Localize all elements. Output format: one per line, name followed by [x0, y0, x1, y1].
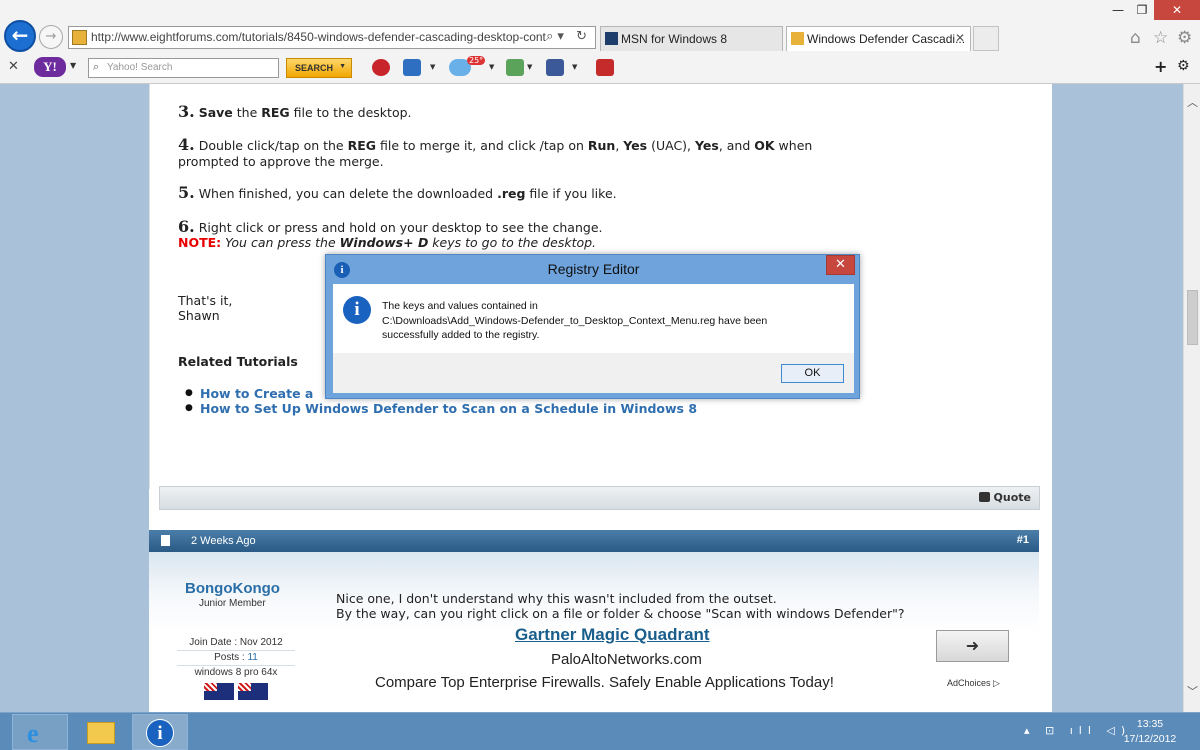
- tab-msn[interactable]: MSN for Windows 8: [600, 26, 783, 51]
- tab-close-icon[interactable]: ✕: [955, 31, 965, 45]
- step-4: 4. Double click/tap on the REG file to m…: [178, 135, 813, 170]
- internet-explorer-icon: e: [27, 719, 39, 748]
- address-actions[interactable]: ⌕▾ ↻: [546, 29, 591, 44]
- clock[interactable]: 13:35 17/12/2012: [1110, 717, 1190, 747]
- post-date: 2 Weeks Ago: [191, 535, 256, 547]
- maximize-button[interactable]: ❐: [1130, 0, 1154, 20]
- dialog-title: Registry Editor: [547, 261, 640, 277]
- chevron-down-icon[interactable]: ▼: [572, 63, 577, 71]
- note: NOTE: You can press the Windows+ D keys …: [178, 235, 597, 250]
- window-close-button[interactable]: ✕: [1154, 0, 1200, 20]
- tab-windows-defender[interactable]: Windows Defender Cascadi... ✕: [786, 26, 971, 51]
- taskbar-registry-editor[interactable]: i: [132, 714, 188, 750]
- search-placeholder: Yahoo! Search: [107, 62, 173, 73]
- dialog-footer: OK: [333, 353, 854, 393]
- chevron-down-icon[interactable]: ▼: [527, 63, 532, 71]
- chevron-down-icon[interactable]: ▼: [489, 63, 494, 71]
- quote-icon: [978, 492, 990, 502]
- advertisement[interactable]: Gartner Magic Quadrant PaloAltoNetworks.…: [361, 622, 1021, 712]
- taskbar-file-explorer[interactable]: [72, 714, 128, 750]
- post-header: 2 Weeks Ago #1: [149, 530, 1039, 552]
- clock-date: 17/12/2012: [1123, 733, 1177, 745]
- chevron-down-icon: ▼: [339, 63, 346, 70]
- related-link[interactable]: How to Set Up Windows Defender to Scan o…: [185, 401, 697, 416]
- add-icon[interactable]: +: [1154, 57, 1167, 76]
- info-icon: i: [146, 719, 174, 747]
- site-favicon-icon: [72, 30, 87, 45]
- adchoices-link[interactable]: AdChoices ▷: [947, 678, 1000, 689]
- dialog-content: i The keys and values contained in C:\Do…: [333, 284, 854, 353]
- minimize-button[interactable]: —: [1106, 0, 1130, 20]
- tab-label: MSN for Windows 8: [621, 32, 728, 46]
- eightforums-tab-icon: [791, 32, 804, 45]
- youtube-icon[interactable]: [596, 59, 614, 76]
- user-os: windows 8 pro 64x: [194, 667, 278, 678]
- ok-button[interactable]: OK: [781, 364, 844, 383]
- dialog-message: The keys and values contained in C:\Down…: [382, 300, 768, 341]
- step-6: 6. Right click or press and hold on your…: [178, 217, 603, 236]
- step-5: 5. When finished, you can delete the dow…: [178, 183, 617, 202]
- related-tutorials-heading: Related Tutorials: [178, 354, 298, 369]
- forward-button[interactable]: →: [39, 25, 63, 49]
- weather-badge: 25°: [467, 56, 486, 65]
- home-icon[interactable]: ⌂: [1130, 28, 1141, 48]
- yahoo-search-input[interactable]: ⌕ Yahoo! Search: [88, 58, 279, 78]
- post-count: Posts : 11: [177, 652, 295, 666]
- username-link[interactable]: BongoKongo: [185, 580, 280, 597]
- back-button[interactable]: ←: [4, 20, 36, 52]
- chevron-down-icon[interactable]: ▼: [70, 61, 76, 70]
- vertical-scrollbar[interactable]: ︿ ﹀: [1183, 84, 1200, 712]
- favorites-star-icon[interactable]: ☆: [1153, 28, 1168, 48]
- yahoo-search-button[interactable]: SEARCH ▼: [286, 58, 352, 78]
- post-number-link[interactable]: #1: [1017, 534, 1029, 546]
- quote-button[interactable]: Quote: [978, 491, 1031, 504]
- scroll-up-icon[interactable]: ︿: [1187, 94, 1198, 110]
- gear-icon[interactable]: ⚙: [1177, 58, 1190, 74]
- australia-flag-icon: [204, 683, 234, 700]
- related-link[interactable]: How to Create a: [185, 386, 313, 401]
- scroll-down-icon[interactable]: ﹀: [1187, 683, 1198, 699]
- taskbar: e i ▴ ⊡ ıll ◁) 13:35 17/12/2012: [0, 712, 1200, 750]
- join-date: Join Date : Nov 2012: [177, 637, 295, 651]
- post-footer-bar: Quote: [159, 486, 1040, 510]
- dialog-close-button[interactable]: ✕: [826, 255, 855, 275]
- bookmark-icon[interactable]: [506, 59, 524, 76]
- info-icon: i: [343, 296, 371, 324]
- ad-text[interactable]: Compare Top Enterprise Firewalls. Safely…: [375, 674, 834, 691]
- tab-label: Windows Defender Cascadi...: [807, 32, 966, 46]
- gear-icon[interactable]: ⚙: [1177, 28, 1192, 48]
- user-title: Junior Member: [199, 598, 266, 609]
- flickr-icon[interactable]: [372, 59, 390, 76]
- post-icon: [161, 535, 170, 546]
- chevron-down-icon[interactable]: ▼: [430, 63, 435, 71]
- facebook-icon[interactable]: [546, 59, 564, 76]
- search-button-label: SEARCH: [295, 63, 334, 73]
- mail-icon[interactable]: [403, 59, 421, 76]
- ad-title-link[interactable]: Gartner Magic Quadrant: [515, 625, 710, 645]
- post-message: Nice one, I don't understand why this wa…: [336, 591, 905, 621]
- address-url[interactable]: http://www.eightforums.com/tutorials/845…: [91, 30, 546, 44]
- ad-url[interactable]: PaloAltoNetworks.com: [551, 651, 702, 668]
- browser-chrome: — ❐ ✕ ← → http://www.eightforums.com/tut…: [0, 0, 1200, 84]
- address-bar[interactable]: http://www.eightforums.com/tutorials/845…: [68, 26, 596, 49]
- registry-editor-dialog: i Registry Editor ✕ i The keys and value…: [325, 254, 860, 399]
- toolbar-close-icon[interactable]: ✕: [8, 59, 19, 74]
- new-tab-button[interactable]: [973, 26, 999, 51]
- scrollbar-thumb[interactable]: [1187, 290, 1198, 345]
- clock-time: 13:35: [1136, 718, 1164, 730]
- yahoo-toolbar: ✕ Y! ▼ ⌕ Yahoo! Search SEARCH ▼ ▼ 25° ▼ …: [0, 55, 1200, 82]
- yahoo-logo[interactable]: Y!: [34, 57, 66, 77]
- folder-icon: [87, 722, 115, 744]
- ad-arrow-button[interactable]: ➜: [936, 630, 1009, 662]
- taskbar-internet-explorer[interactable]: e: [12, 714, 68, 750]
- search-icon: ⌕: [93, 61, 100, 73]
- msn-tab-icon: [605, 32, 618, 45]
- signature: That's it, Shawn: [178, 293, 233, 323]
- step-3: 3. Save the REG file to the desktop.: [178, 102, 412, 121]
- island-flag-icon: [238, 683, 268, 700]
- reply-post: BongoKongo Junior Member Join Date : Nov…: [149, 552, 1039, 712]
